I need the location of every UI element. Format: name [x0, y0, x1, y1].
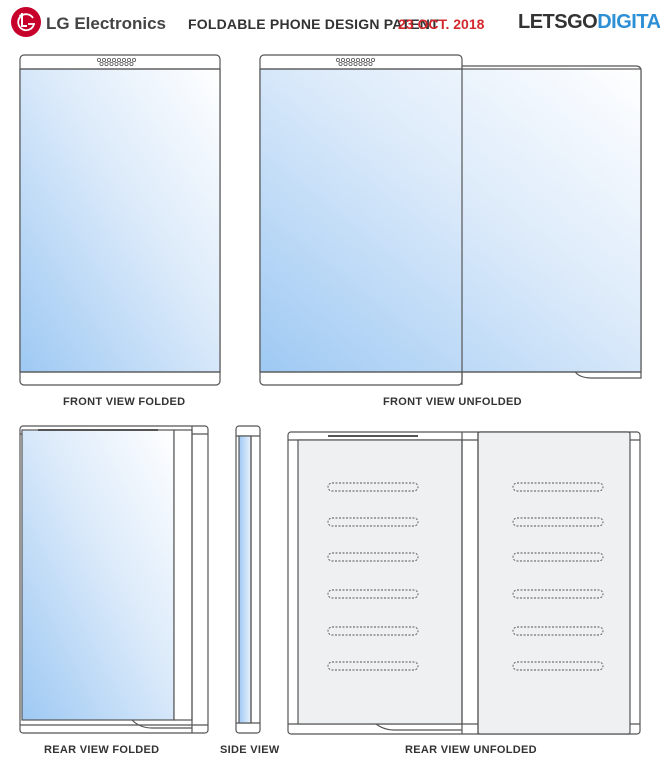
- caption-front-view-folded: FRONT VIEW FOLDED: [63, 396, 185, 408]
- side-view-drawing: [236, 426, 260, 733]
- front-view-folded-drawing: [20, 55, 220, 385]
- caption-rear-view-unfolded: REAR VIEW UNFOLDED: [405, 744, 537, 756]
- rear-view-folded-drawing: [20, 426, 208, 733]
- caption-rear-view-folded: REAR VIEW FOLDED: [44, 744, 159, 756]
- caption-side-view: SIDE VIEW: [220, 744, 280, 756]
- front-view-unfolded-drawing: [260, 55, 641, 385]
- rear-view-unfolded-drawing: [288, 432, 640, 734]
- patent-drawings: [0, 0, 660, 768]
- caption-front-view-unfolded: FRONT VIEW UNFOLDED: [383, 396, 522, 408]
